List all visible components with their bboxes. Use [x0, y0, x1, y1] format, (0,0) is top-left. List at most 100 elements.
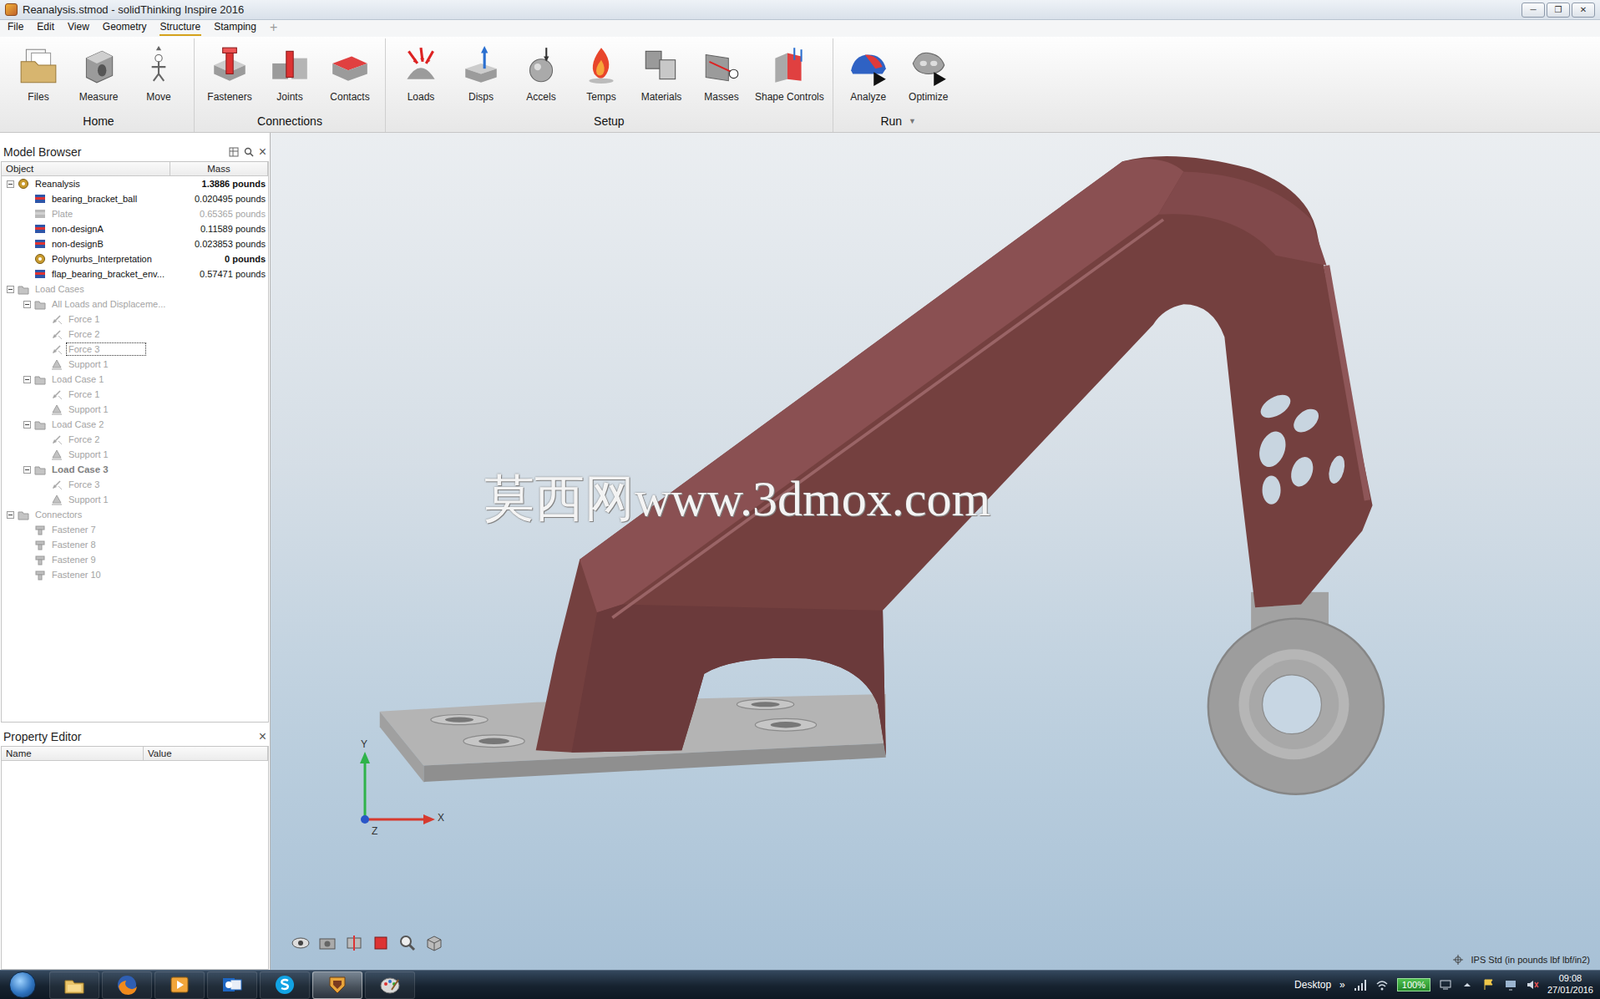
bracket-body[interactable] [536, 156, 1373, 755]
ribbon-tool[interactable]: Loads [390, 38, 451, 115]
tree-row[interactable]: Reanalysis1.3886 pounds [1, 176, 269, 192]
tree-row[interactable]: Force 3 [1, 476, 269, 492]
tree-row[interactable]: Force 1 [1, 311, 269, 327]
taskbar-app[interactable] [49, 971, 100, 999]
menu-item[interactable]: View [66, 20, 91, 36]
battery-indicator[interactable]: 100% [1397, 977, 1431, 992]
ribbon-tool[interactable]: Measure [68, 38, 129, 115]
tree-row[interactable]: Force 1 [1, 386, 269, 402]
clock[interactable]: 09:0827/01/2016 [1547, 972, 1594, 997]
tree-row[interactable]: Support 1 [1, 491, 269, 507]
tree-row[interactable]: Support 1 [1, 401, 269, 417]
tree-row[interactable]: flap_bearing_bracket_env...0.57471 pound… [1, 266, 269, 282]
ribbon-tool[interactable]: Optimize [898, 38, 959, 115]
taskbar-app[interactable] [207, 971, 258, 999]
tree-row[interactable]: Fastener 8 [1, 536, 269, 552]
zoom-icon[interactable] [397, 932, 418, 953]
ribbon-tool[interactable]: Accels [511, 38, 572, 115]
start-button[interactable] [9, 971, 36, 998]
ribbon-tool[interactable]: Move [128, 38, 189, 115]
window-control-button[interactable]: ─ [1521, 2, 1545, 18]
menu-item[interactable]: Structure [159, 20, 203, 36]
tree-view-icon[interactable] [228, 146, 239, 157]
tree-row[interactable]: Force 3 [1, 341, 269, 357]
ribbon-tool[interactable]: Fasteners [199, 38, 260, 115]
tree-row[interactable]: Support 1 [1, 446, 269, 462]
ribbon-tool[interactable]: Temps [571, 38, 632, 115]
ribbon-tool[interactable]: Joints [259, 38, 320, 115]
viewport[interactable]: 莫西网www.3dmox.comYXZIPS Std (in pounds lb… [270, 132, 1600, 970]
eye-icon[interactable] [290, 932, 311, 953]
expander-icon[interactable] [23, 300, 31, 309]
tree-row[interactable]: Fastener 7 [1, 521, 269, 537]
wifi-icon[interactable] [1375, 977, 1389, 992]
signal-icon[interactable] [1353, 977, 1368, 992]
column-header[interactable]: Mass [170, 162, 269, 176]
ribbon-tool[interactable]: Analyze [838, 38, 899, 115]
menu-item[interactable]: Edit [35, 20, 56, 36]
row-label: Support 1 [65, 402, 112, 416]
expander-icon[interactable] [23, 375, 31, 384]
column-header[interactable]: Name [1, 746, 144, 760]
ribbon-tool[interactable]: Contacts [319, 38, 380, 115]
tree-row[interactable]: bearing_bracket_ball0.020495 pounds [1, 191, 269, 207]
tree-row[interactable]: Plate0.65365 pounds [1, 206, 269, 222]
taskbar-app[interactable] [101, 971, 152, 999]
column-header[interactable]: Object [1, 162, 171, 176]
volume-icon[interactable] [1525, 977, 1540, 992]
expander-icon[interactable] [23, 420, 31, 429]
taskbar-app[interactable] [154, 971, 205, 999]
flag-icon[interactable] [1482, 977, 1496, 992]
display-icon[interactable] [1503, 977, 1518, 992]
tree-row[interactable]: Fastener 10 [1, 567, 269, 583]
shaded-icon[interactable] [370, 932, 391, 953]
taskbar-app[interactable] [312, 971, 363, 999]
crosshair-icon[interactable] [1453, 954, 1464, 965]
ribbon-tool[interactable]: Disps [450, 38, 512, 115]
tree-row[interactable]: Load Case 2 [1, 416, 269, 432]
tree-row[interactable]: Load Case 1 [1, 371, 269, 387]
toolbar-chevron[interactable]: » [1339, 978, 1346, 991]
camera-icon[interactable] [317, 932, 338, 953]
expander-icon[interactable] [6, 511, 15, 519]
expander-icon[interactable] [6, 180, 15, 188]
ribbon-tool[interactable]: Files [8, 38, 69, 115]
menu-item[interactable]: + [268, 19, 279, 38]
taskbar-app[interactable] [364, 971, 416, 999]
tree-row[interactable]: Polynurbs_Interpretation0 pounds [1, 251, 269, 267]
tree-row[interactable]: Fastener 9 [1, 551, 269, 568]
close-button[interactable]: × [258, 145, 267, 159]
group-menu-arrow[interactable]: ▼ [908, 116, 917, 126]
bearing-eye[interactable] [1208, 592, 1384, 795]
column-header[interactable]: Value [143, 746, 269, 760]
tree-row[interactable]: All Loads and Displaceme... [1, 296, 269, 312]
tree-row[interactable]: Force 2 [1, 326, 269, 342]
expander-icon[interactable] [23, 465, 31, 474]
tree-row[interactable]: non-designB0.023853 pounds [1, 236, 269, 252]
ribbon-tool[interactable]: Shape Controls [751, 38, 828, 115]
group-label: Run▼ [880, 114, 917, 132]
window-control-button[interactable]: ✕ [1571, 2, 1595, 18]
show-hidden-icon[interactable] [1460, 977, 1474, 992]
desktop-toolbar[interactable]: Desktop [1294, 978, 1332, 991]
tree-row[interactable]: non-designA0.11589 pounds [1, 221, 269, 237]
tree-row[interactable]: Force 2 [1, 431, 269, 447]
section-icon[interactable] [344, 932, 365, 953]
search-icon[interactable] [243, 146, 254, 157]
tree-row[interactable]: Load Cases [1, 281, 269, 297]
taskbar-app[interactable] [259, 971, 310, 999]
close-button[interactable]: × [258, 729, 267, 744]
network-icon[interactable] [1438, 977, 1453, 992]
tree-row[interactable]: Support 1 [1, 356, 269, 372]
tree-row[interactable]: Connectors [1, 506, 269, 522]
expander-icon[interactable] [6, 285, 15, 294]
view-cube-icon[interactable] [424, 932, 445, 953]
menu-item[interactable]: Stamping [212, 20, 258, 36]
ribbon-tool[interactable]: Materials [631, 38, 692, 115]
window-control-button[interactable]: ❐ [1546, 2, 1570, 18]
tree-row[interactable]: Load Case 3 [1, 461, 269, 477]
ribbon-tool[interactable]: Masses [691, 38, 752, 115]
menu-item[interactable]: File [6, 20, 25, 36]
menu-item[interactable]: Geometry [101, 20, 148, 36]
model-canvas[interactable] [270, 132, 1600, 970]
